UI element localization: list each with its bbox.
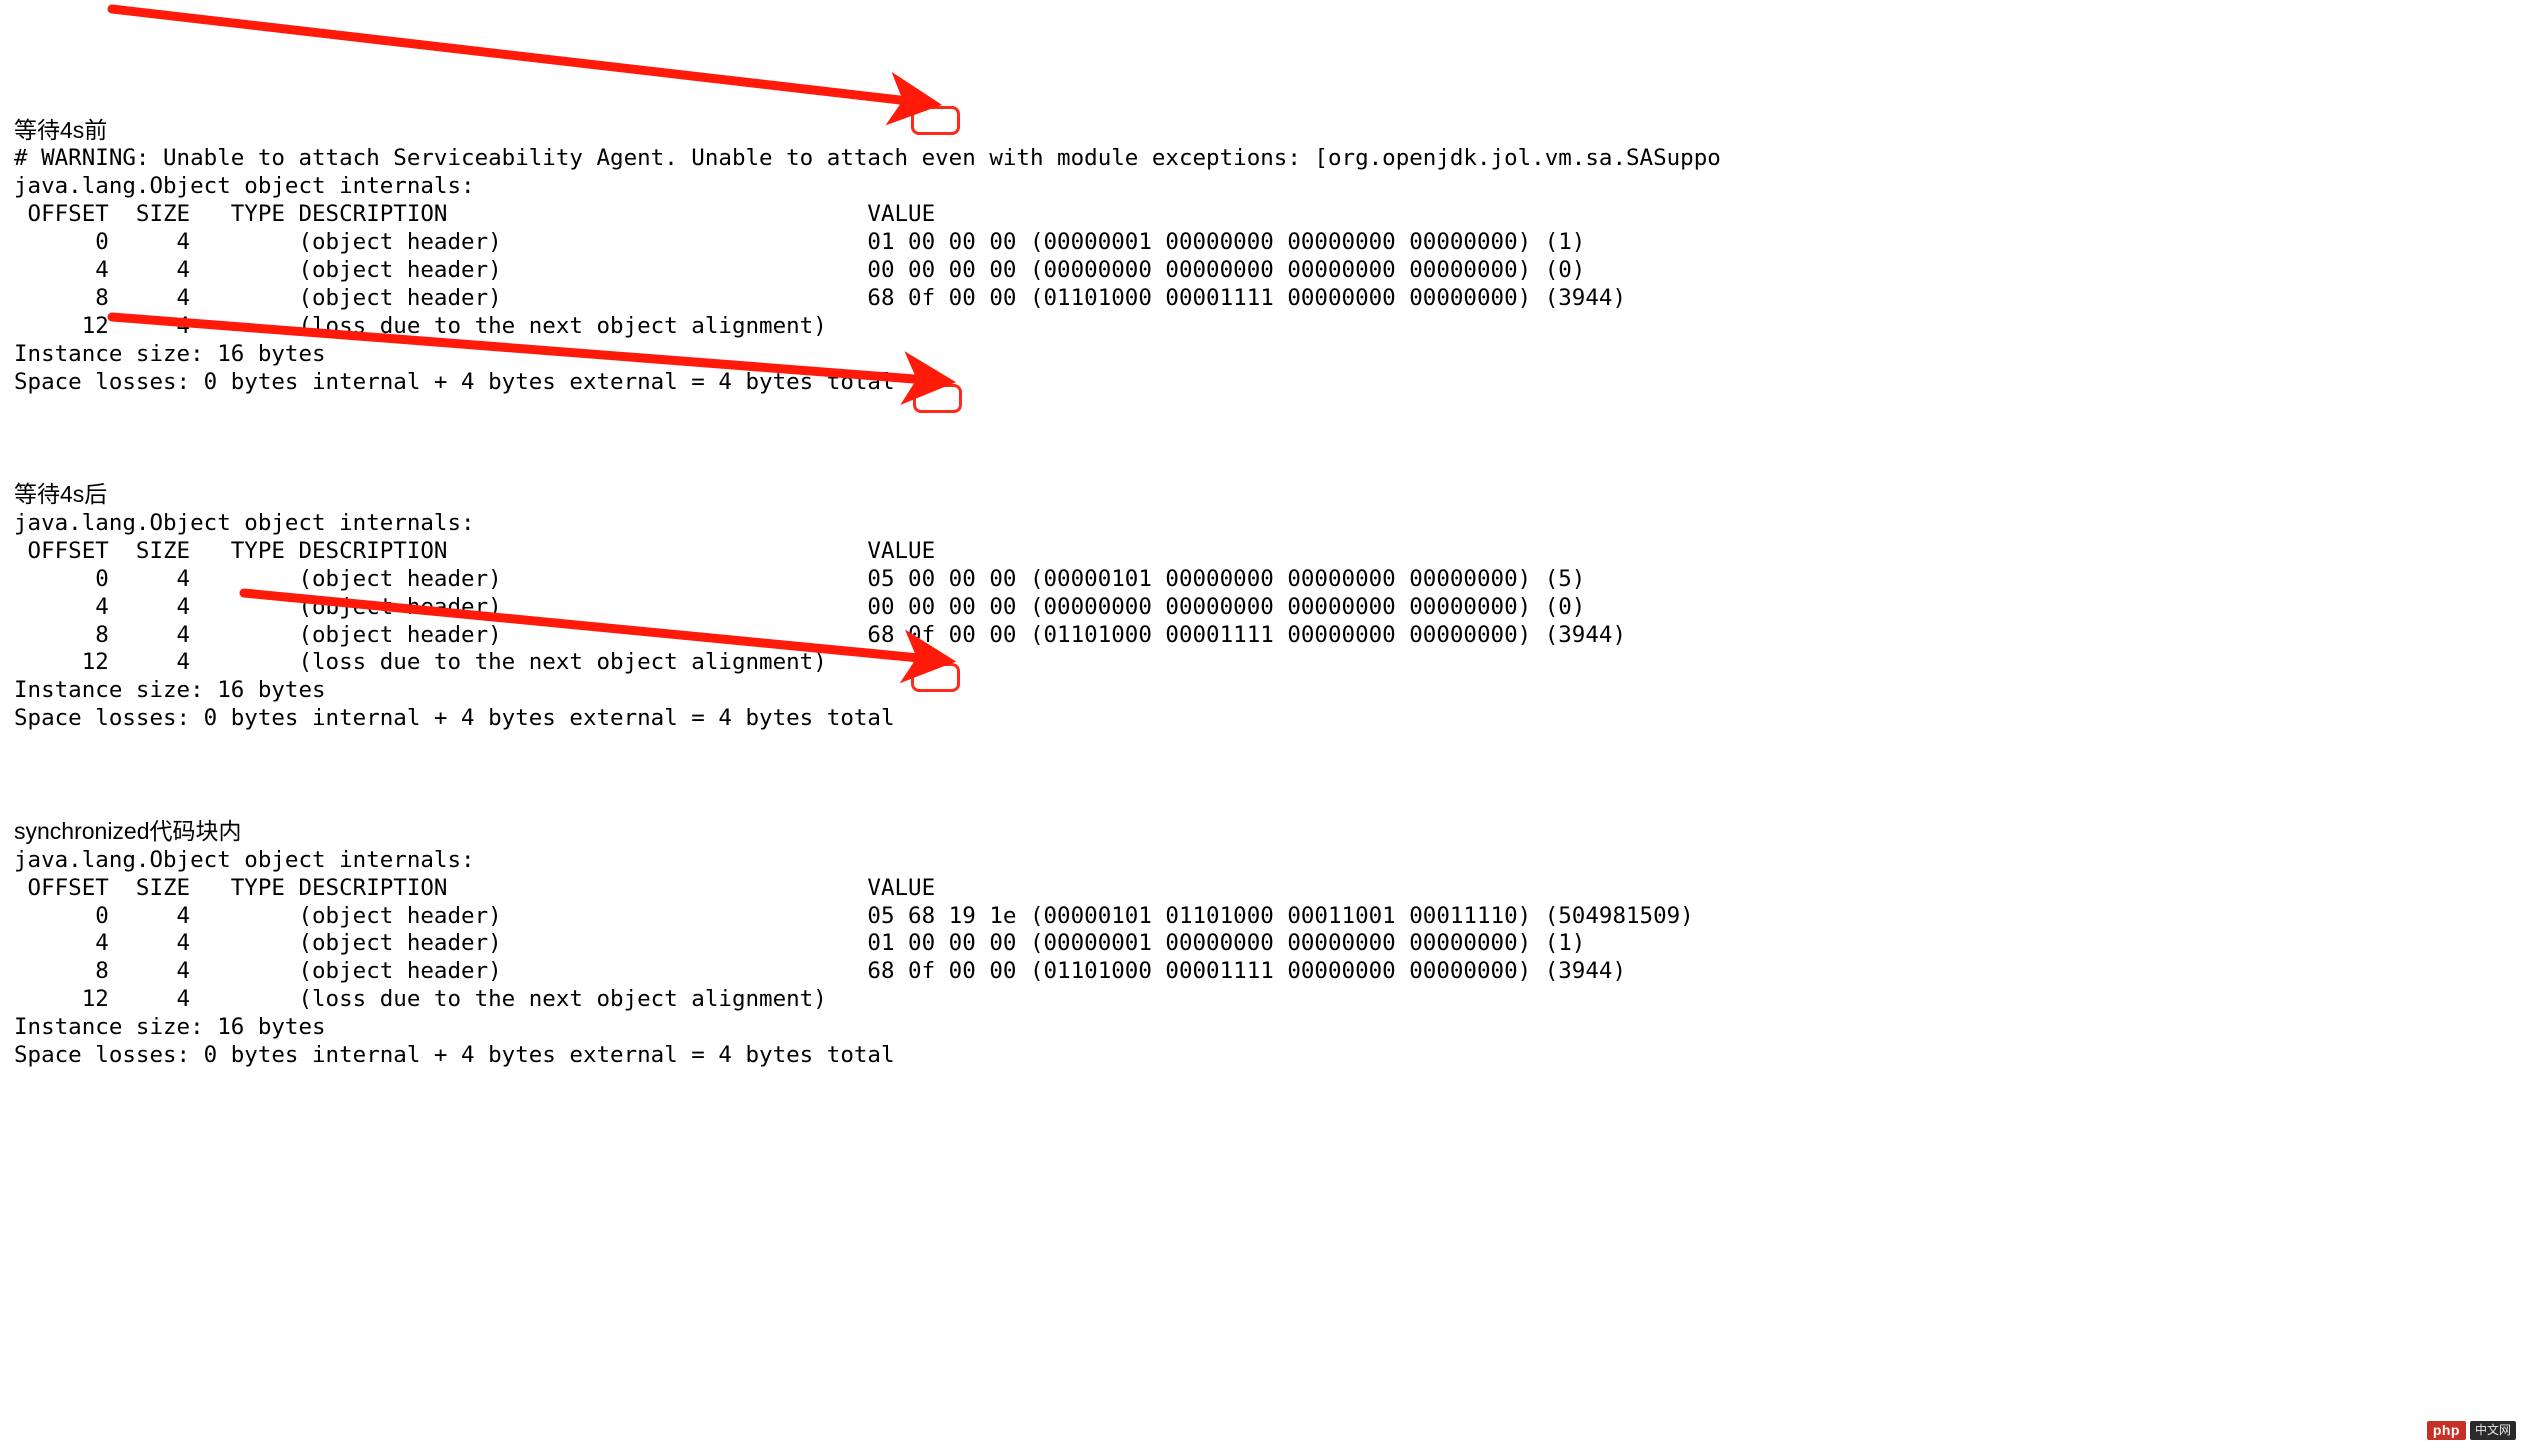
- space-losses: Space losses: 0 bytes internal + 4 bytes…: [14, 1042, 895, 1068]
- space-losses: Space losses: 0 bytes internal + 4 bytes…: [14, 369, 895, 395]
- table-row: 0 4 (object header) 01 00 00 00 (0000000…: [14, 229, 1585, 255]
- table-row: 4 4 (object header) 00 00 00 00 (0000000…: [14, 594, 1585, 620]
- table-row: 8 4 (object header) 68 0f 00 00 (0110100…: [14, 622, 1626, 648]
- output-section-1: 等待4s前 # WARNING: Unable to attach Servic…: [14, 116, 2514, 397]
- arrow-annotation: [112, 9, 926, 103]
- internals-line: java.lang.Object object internals:: [14, 847, 475, 873]
- table-row: 4 4 (object header) 00 00 00 00 (0000000…: [14, 257, 1585, 283]
- watermark-php: php: [2427, 1421, 2466, 1440]
- table-row: 12 4 (loss due to the next object alignm…: [14, 649, 827, 675]
- table-row: 0 4 (object header) 05 68 19 1e (0000010…: [14, 903, 1694, 929]
- section-title: 等待4s后: [14, 481, 107, 507]
- blank-line: [14, 761, 2514, 789]
- instance-size: Instance size: 16 bytes: [14, 341, 326, 367]
- table-header: OFFSET SIZE TYPE DESCRIPTION VALUE: [14, 538, 935, 564]
- table-row: 8 4 (object header) 68 0f 00 00 (0110100…: [14, 285, 1626, 311]
- table-row: 12 4 (loss due to the next object alignm…: [14, 313, 827, 339]
- instance-size: Instance size: 16 bytes: [14, 1014, 326, 1040]
- section-title: 等待4s前: [14, 117, 107, 143]
- table-row: 12 4 (loss due to the next object alignm…: [14, 986, 827, 1012]
- watermark: php 中文网: [2427, 1421, 2516, 1440]
- output-section-2: 等待4s后 java.lang.Object object internals:…: [14, 480, 2514, 733]
- section-title: synchronized代码块内: [14, 818, 242, 844]
- table-header: OFFSET SIZE TYPE DESCRIPTION VALUE: [14, 201, 935, 227]
- output-section-3: synchronized代码块内 java.lang.Object object…: [14, 817, 2514, 1070]
- warning-line: # WARNING: Unable to attach Serviceabili…: [14, 145, 1721, 171]
- table-row: 4 4 (object header) 01 00 00 00 (0000000…: [14, 930, 1585, 956]
- table-row: 8 4 (object header) 68 0f 00 00 (0110100…: [14, 958, 1626, 984]
- instance-size: Instance size: 16 bytes: [14, 677, 326, 703]
- blank-line: [14, 424, 2514, 452]
- table-header: OFFSET SIZE TYPE DESCRIPTION VALUE: [14, 875, 935, 901]
- internals-line: java.lang.Object object internals:: [14, 173, 475, 199]
- watermark-cn: 中文网: [2470, 1421, 2516, 1440]
- space-losses: Space losses: 0 bytes internal + 4 bytes…: [14, 705, 895, 731]
- table-row: 0 4 (object header) 05 00 00 00 (0000010…: [14, 566, 1585, 592]
- internals-line: java.lang.Object object internals:: [14, 510, 475, 536]
